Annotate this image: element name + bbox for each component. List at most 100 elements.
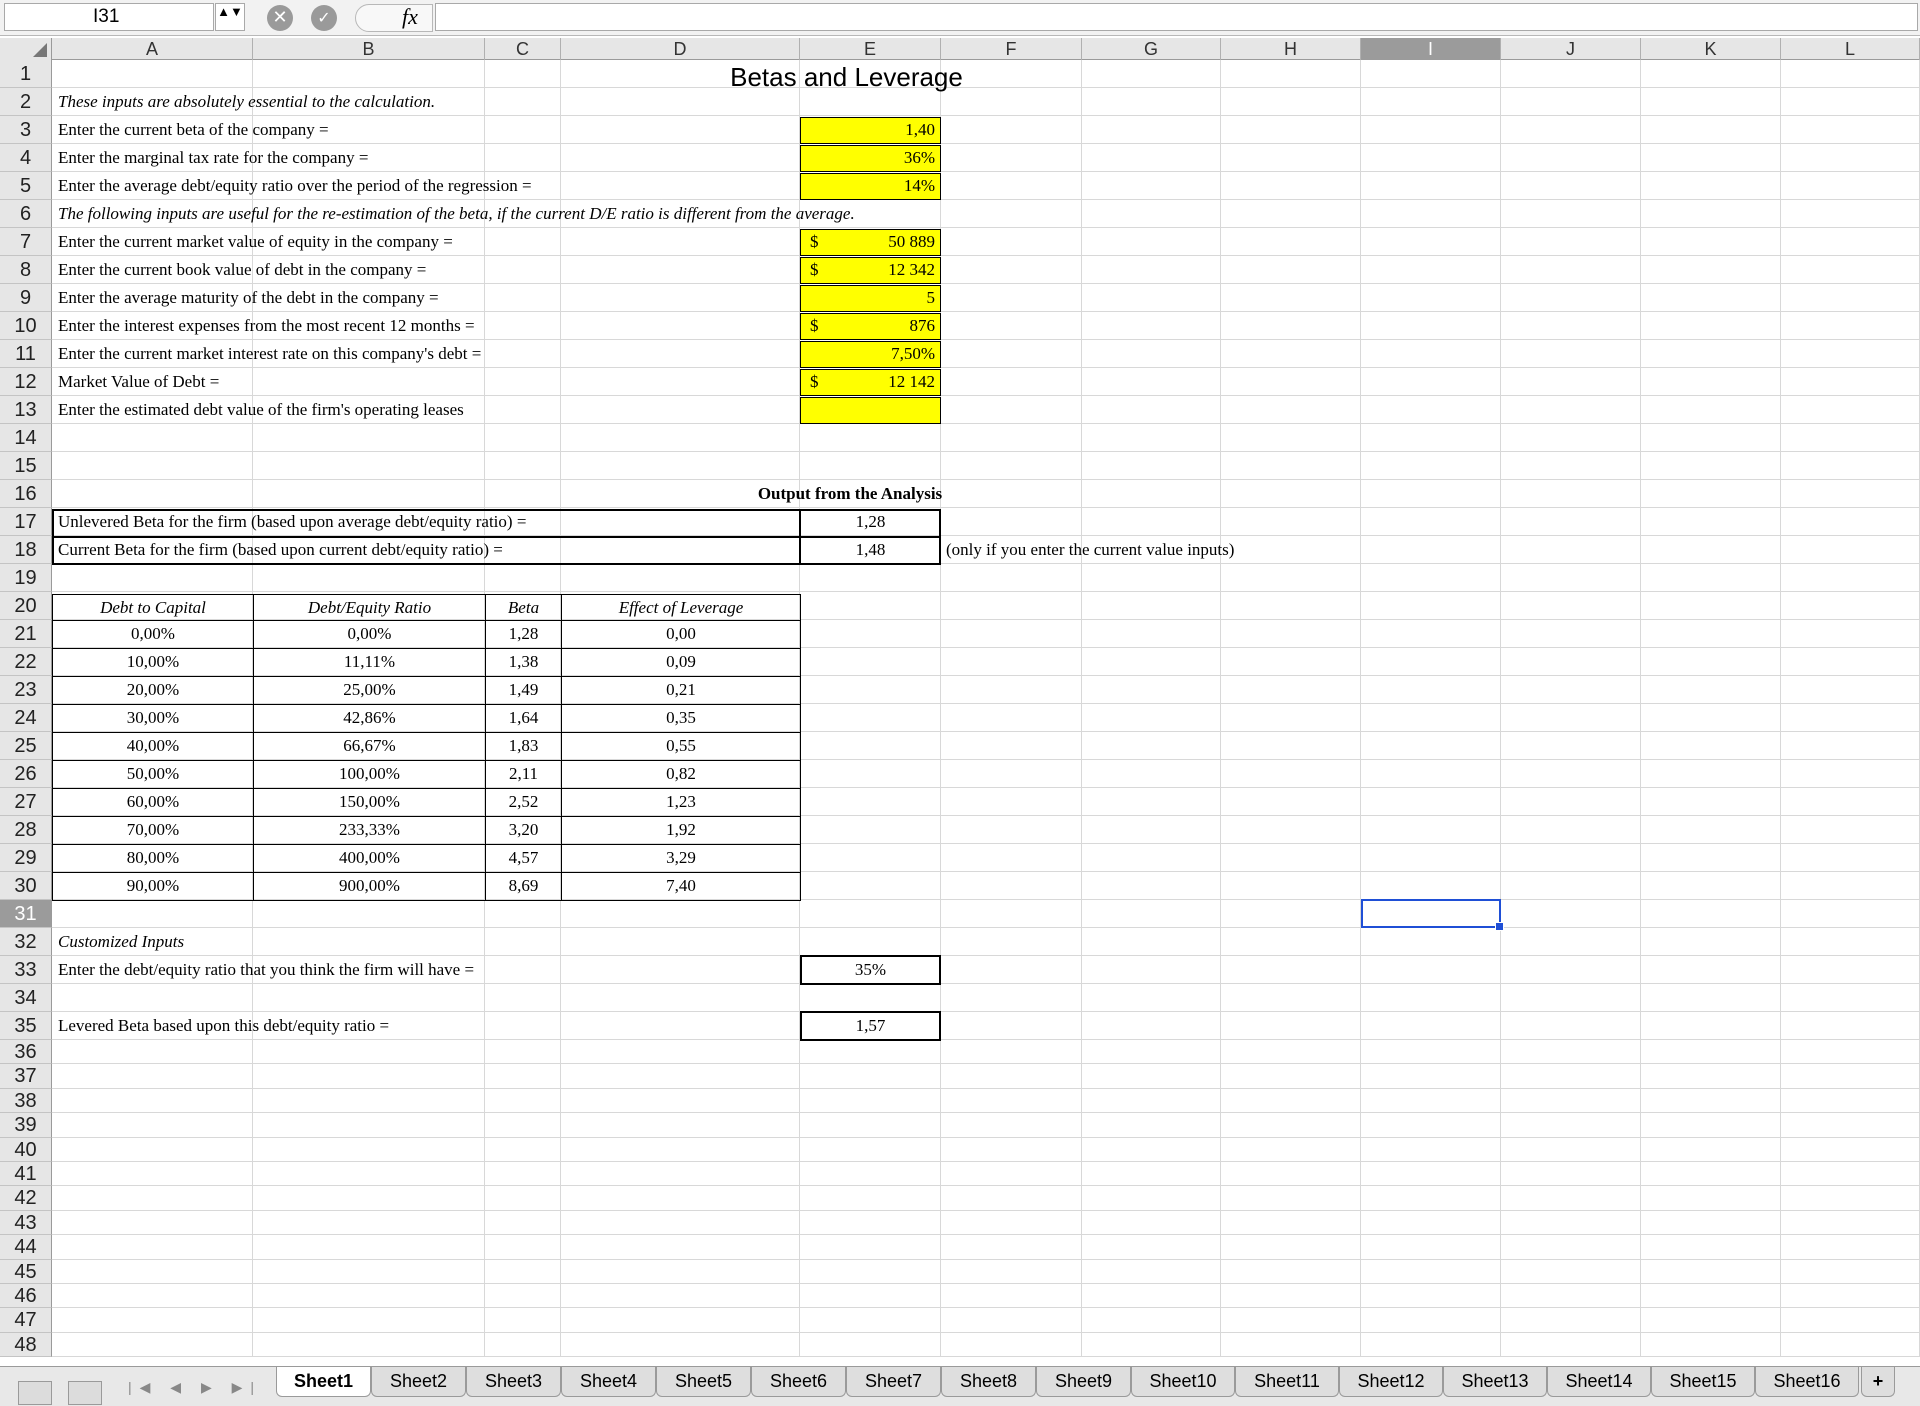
row-header[interactable]: 43 [0,1210,52,1236]
cell[interactable] [1501,116,1641,144]
cell[interactable] [1501,396,1641,424]
cell[interactable] [1501,536,1641,564]
cell[interactable] [253,1186,485,1211]
cell[interactable] [1501,1186,1641,1211]
column-header-d[interactable]: D [561,38,800,60]
cell[interactable] [1221,788,1361,816]
cell[interactable] [561,340,800,368]
cell[interactable] [253,1235,485,1260]
cell[interactable] [1641,1064,1781,1089]
cell[interactable] [1361,1210,1501,1236]
cell[interactable] [1641,564,1781,592]
cell[interactable] [1082,620,1221,648]
cell[interactable] [1781,648,1920,676]
row-header[interactable]: 26 [0,760,52,788]
cell[interactable] [1082,1064,1221,1089]
cell[interactable] [1221,116,1361,144]
cell[interactable] [941,1259,1082,1284]
cell[interactable] [1501,648,1641,676]
cell[interactable] [941,1012,1082,1040]
cell[interactable] [1501,760,1641,788]
cell[interactable] [1082,508,1221,536]
cell[interactable] [1221,508,1361,536]
cell[interactable] [1781,1113,1920,1138]
cell[interactable] [485,1088,561,1114]
cell[interactable] [1501,1088,1641,1114]
cell[interactable] [1501,256,1641,284]
cell[interactable] [1221,984,1361,1012]
row-header[interactable]: 33 [0,956,52,984]
cell[interactable] [1641,424,1781,452]
cell[interactable] [1501,1137,1641,1162]
tab-sheet16[interactable]: Sheet16 [1755,1367,1859,1397]
cell[interactable] [800,872,941,900]
row-header[interactable]: 21 [0,620,52,648]
cell[interactable] [941,284,1082,312]
cell[interactable] [800,1113,941,1138]
cell[interactable] [1221,816,1361,844]
cell[interactable] [1641,396,1781,424]
row-header[interactable]: 8 [0,256,52,284]
cell[interactable] [1082,1210,1221,1236]
cell[interactable] [1641,872,1781,900]
cell[interactable] [1221,592,1361,620]
cell[interactable] [800,788,941,816]
cell[interactable] [1361,732,1501,760]
row-header[interactable]: 28 [0,816,52,844]
cell[interactable] [1082,1012,1221,1040]
cell[interactable] [941,1064,1082,1089]
cell[interactable] [1361,60,1501,88]
cell[interactable] [1361,200,1501,228]
cell[interactable] [253,900,485,928]
cell[interactable] [1781,1332,1920,1358]
cell[interactable] [941,704,1082,732]
cell[interactable] [1501,928,1641,956]
cell[interactable] [1781,1259,1920,1284]
cell[interactable] [1361,844,1501,872]
cell[interactable] [1361,1040,1501,1065]
cell[interactable] [941,312,1082,340]
cell[interactable] [1361,1332,1501,1358]
cell[interactable] [253,1088,485,1114]
cell[interactable] [941,228,1082,256]
cell[interactable] [1501,1210,1641,1236]
cell[interactable] [1221,1308,1361,1333]
cell[interactable] [1082,704,1221,732]
cell[interactable] [1221,1210,1361,1236]
cell[interactable] [1361,340,1501,368]
cell[interactable] [1501,480,1641,508]
cell[interactable] [1501,424,1641,452]
cell[interactable] [1221,872,1361,900]
cell[interactable] [800,1235,941,1260]
cell[interactable] [1501,844,1641,872]
cell[interactable] [941,732,1082,760]
cell[interactable] [1641,1284,1781,1309]
cell[interactable] [485,1012,561,1040]
cell[interactable] [1501,788,1641,816]
cell[interactable] [1221,956,1361,984]
cell[interactable] [485,1113,561,1138]
cell[interactable] [1641,536,1781,564]
cell[interactable] [1781,452,1920,480]
row-header[interactable]: 38 [0,1088,52,1114]
cell[interactable] [1501,1284,1641,1309]
cell[interactable] [1361,564,1501,592]
cell[interactable] [485,256,561,284]
cell[interactable] [1221,1012,1361,1040]
cell[interactable] [1361,1308,1501,1333]
cell[interactable] [253,424,485,452]
column-header-k[interactable]: K [1641,38,1781,60]
cell[interactable] [1501,200,1641,228]
cell[interactable] [561,116,800,144]
cell[interactable] [941,1210,1082,1236]
cell[interactable] [1221,1113,1361,1138]
cell[interactable] [1781,1088,1920,1114]
cell[interactable] [485,1162,561,1187]
cell[interactable] [561,1186,800,1211]
cell[interactable] [941,424,1082,452]
cell[interactable] [1641,984,1781,1012]
cell[interactable] [1221,88,1361,116]
cell[interactable] [52,1186,253,1211]
cell[interactable] [1641,592,1781,620]
cell[interactable] [1082,788,1221,816]
